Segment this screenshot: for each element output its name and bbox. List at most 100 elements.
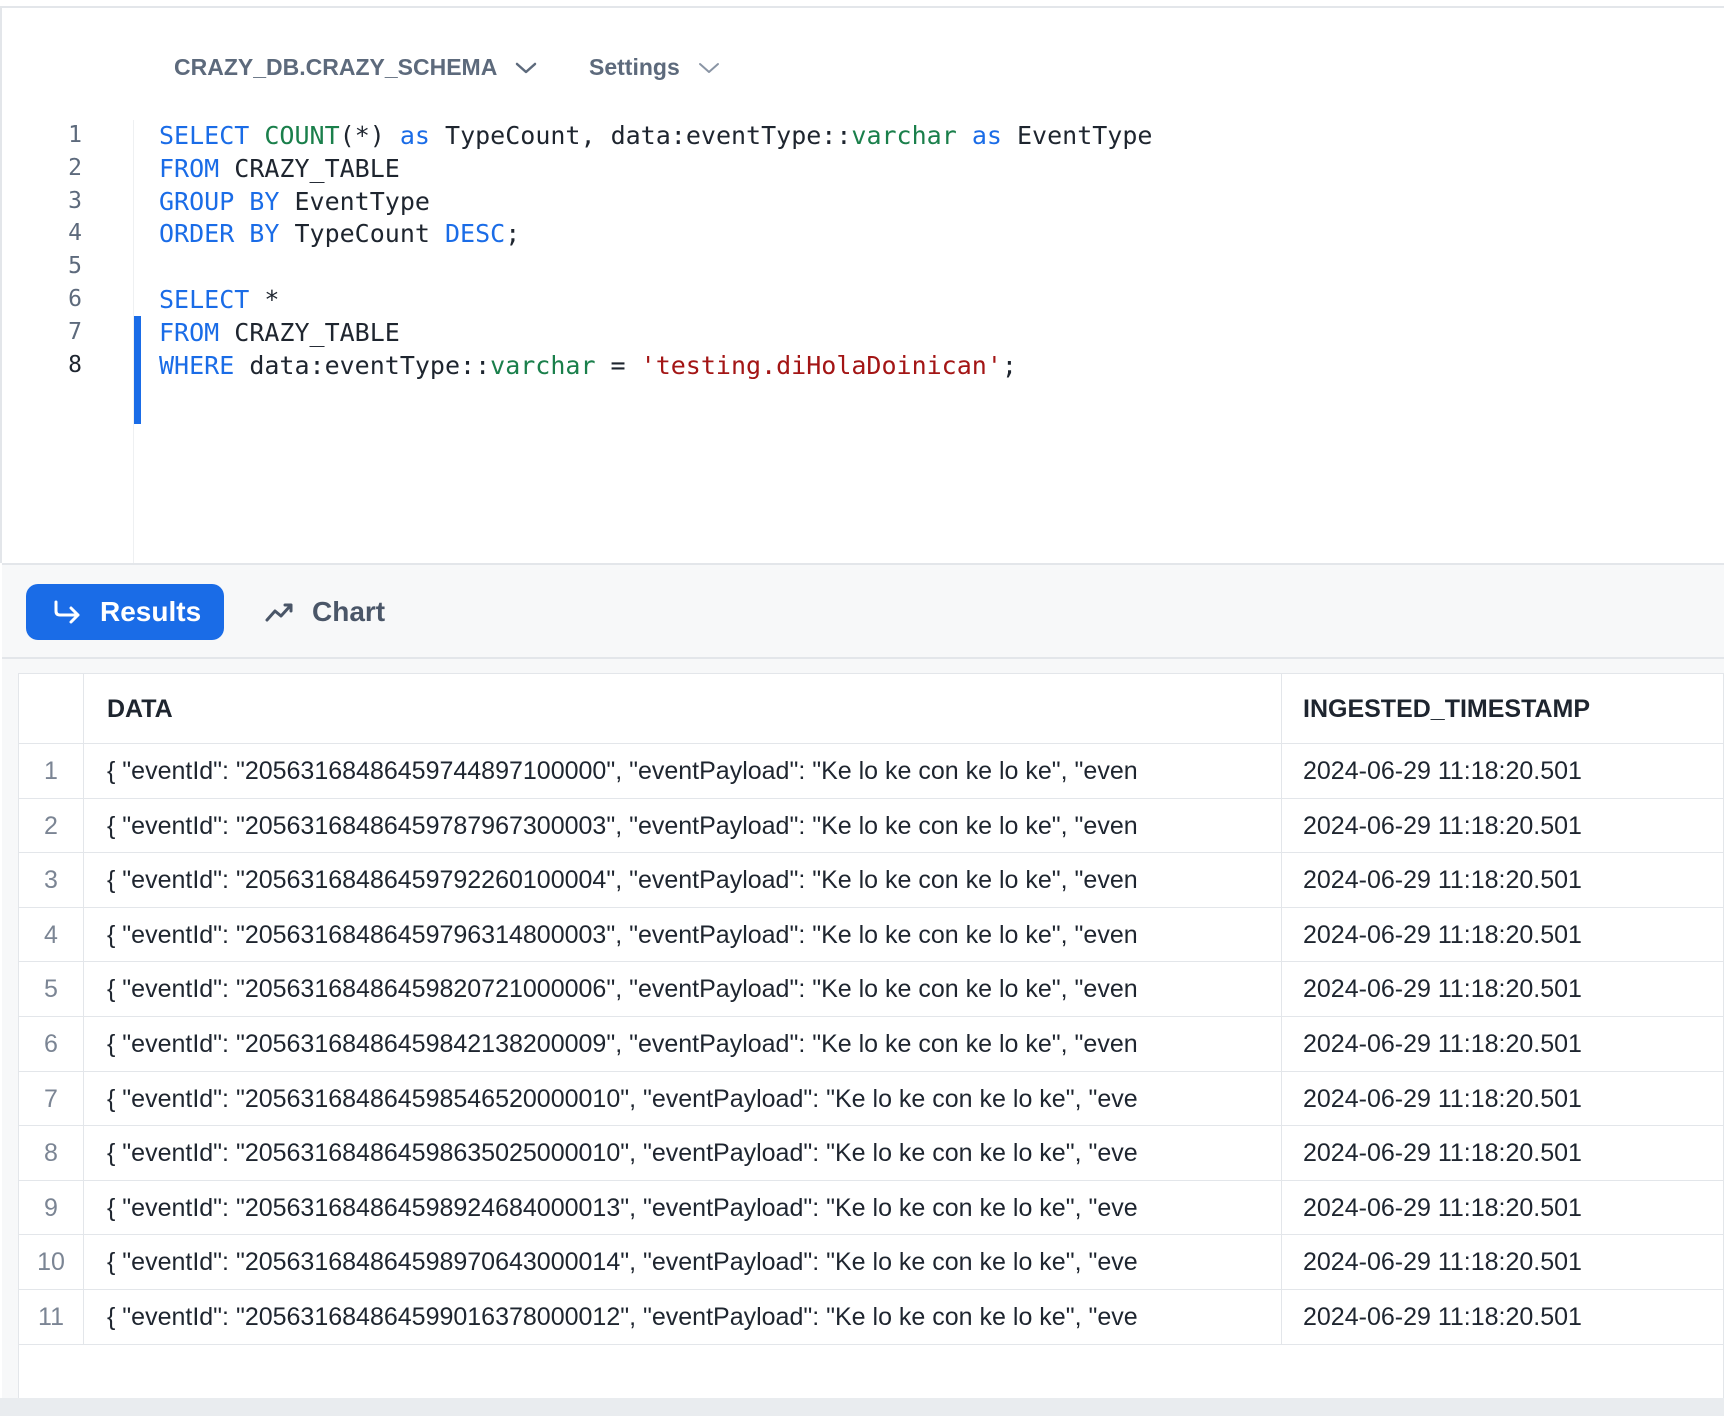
- row-index-header: [19, 674, 84, 744]
- code-token: DESC: [445, 219, 506, 249]
- row-index: 8: [19, 1126, 84, 1181]
- code-token: SELECT: [159, 285, 250, 314]
- code-token: WHERE: [159, 350, 235, 380]
- chevron-down-icon: [698, 62, 719, 73]
- code-token: SELECT: [159, 121, 250, 150]
- table-row[interactable]: 10{ "eventId": "205631684864598970643000…: [19, 1235, 1723, 1290]
- code-token: CRAZY_TABLE: [219, 153, 400, 183]
- data-cell[interactable]: { "eventId": "20563168486459792260100004…: [84, 853, 1282, 908]
- data-cell[interactable]: { "eventId": "20563168486459787967300003…: [84, 798, 1282, 854]
- tab-results[interactable]: Results: [26, 584, 224, 640]
- code-token: FROM: [159, 153, 220, 183]
- code-line[interactable]: FROM CRAZY_TABLE: [159, 318, 400, 347]
- row-index: 2: [19, 798, 84, 854]
- selection-marker: [134, 316, 141, 424]
- code-line[interactable]: ORDER BY TypeCount DESC;: [159, 219, 520, 248]
- code-token: EventType: [1001, 121, 1153, 150]
- code-line[interactable]: FROM CRAZY_TABLE: [159, 154, 400, 183]
- column-header-ingested-timestamp[interactable]: INGESTED_TIMESTAMP: [1282, 674, 1723, 744]
- table-row[interactable]: 8{ "eventId": "2056316848645986350250000…: [19, 1126, 1723, 1181]
- table-row[interactable]: 1{ "eventId": "2056316848645974489710000…: [19, 744, 1723, 799]
- tab-chart-label: Chart: [312, 596, 386, 627]
- results-area: DATA INGESTED_TIMESTAMP 1{ "eventId": "2…: [2, 659, 1724, 1416]
- code-token: ORDER BY: [159, 219, 280, 249]
- line-number: 4: [68, 220, 82, 247]
- data-cell[interactable]: { "eventId": "20563168486459854652000001…: [84, 1071, 1282, 1127]
- data-cell[interactable]: { "eventId": "20563168486459863502500001…: [84, 1126, 1282, 1181]
- database-schema-selector[interactable]: CRAZY_DB.CRAZY_SCHEMA: [174, 54, 537, 81]
- code-line[interactable]: WHERE data:eventType::varchar = 'testing…: [159, 351, 1017, 380]
- tab-chart[interactable]: Chart: [264, 584, 385, 640]
- code-token: data:eventType::: [234, 350, 491, 380]
- settings-label: Settings: [589, 54, 680, 80]
- bottom-scroll-strip[interactable]: [0, 1398, 1724, 1416]
- row-index: 5: [19, 962, 84, 1017]
- row-index: 3: [19, 853, 84, 908]
- row-index: 10: [19, 1235, 84, 1290]
- line-chart-icon: [265, 603, 293, 622]
- code-token: GROUP BY: [159, 186, 280, 216]
- code-token: COUNT: [264, 121, 340, 150]
- line-number: 2: [68, 154, 82, 181]
- timestamp-cell[interactable]: 2024-06-29 11:18:20.501: [1282, 744, 1723, 799]
- data-cell[interactable]: { "eventId": "20563168486459744897100000…: [84, 744, 1282, 799]
- table-row[interactable]: 9{ "eventId": "2056316848645989246840000…: [19, 1180, 1723, 1236]
- data-cell[interactable]: { "eventId": "20563168486459892468400001…: [84, 1180, 1282, 1236]
- timestamp-cell[interactable]: 2024-06-29 11:18:20.501: [1282, 1235, 1723, 1290]
- code-token: 'testing.diHolaDoinican': [640, 350, 1002, 380]
- code-line[interactable]: GROUP BY EventType: [159, 187, 430, 216]
- timestamp-cell[interactable]: 2024-06-29 11:18:20.501: [1282, 1017, 1723, 1072]
- code-line[interactable]: SELECT COUNT(*) as TypeCount, data:event…: [159, 121, 1152, 150]
- code-token: as: [399, 121, 430, 150]
- code-line[interactable]: SELECT *: [159, 285, 279, 314]
- code-token: as: [971, 121, 1002, 150]
- table-row[interactable]: 11{ "eventId": "205631684864599016378000…: [19, 1290, 1723, 1345]
- row-index: 11: [19, 1290, 84, 1345]
- sql-editor[interactable]: 1 2 3 4 5 6 7 8 SELECT COUNT(*) as TypeCount, d…: [2, 120, 1724, 563]
- timestamp-cell[interactable]: 2024-06-29 11:18:20.501: [1282, 853, 1723, 908]
- table-row[interactable]: 3{ "eventId": "2056316848645979226010000…: [19, 853, 1723, 908]
- table-header: DATA INGESTED_TIMESTAMP: [19, 674, 1723, 744]
- timestamp-cell[interactable]: 2024-06-29 11:18:20.501: [1282, 799, 1723, 854]
- top-border: [0, 0, 1724, 8]
- line-number: 8: [68, 351, 82, 378]
- results-table: DATA INGESTED_TIMESTAMP 1{ "eventId": "2…: [18, 673, 1724, 1416]
- timestamp-cell[interactable]: 2024-06-29 11:18:20.501: [1282, 1072, 1723, 1127]
- table-row[interactable]: 6{ "eventId": "2056316848645984213820000…: [19, 1017, 1723, 1072]
- settings-dropdown[interactable]: Settings: [589, 54, 720, 81]
- table-row[interactable]: 7{ "eventId": "2056316848645985465200000…: [19, 1071, 1723, 1127]
- data-cell[interactable]: { "eventId": "20563168486459820721000006…: [84, 962, 1282, 1017]
- line-number: 6: [68, 286, 82, 312]
- code-token: FROM: [159, 317, 220, 347]
- line-number: 3: [68, 187, 82, 214]
- row-index: 4: [19, 907, 84, 963]
- line-number: 1: [68, 122, 82, 148]
- timestamp-cell[interactable]: 2024-06-29 11:18:20.501: [1282, 1290, 1723, 1345]
- code-token: ;: [505, 219, 521, 249]
- timestamp-cell[interactable]: 2024-06-29 11:18:20.501: [1282, 1181, 1723, 1236]
- column-header-data[interactable]: DATA: [84, 674, 1282, 744]
- code-token: ;: [1001, 350, 1017, 380]
- code-token: TypeCount: [279, 219, 445, 249]
- row-index: 6: [19, 1017, 84, 1072]
- row-index: 7: [19, 1071, 84, 1127]
- row-index: 9: [19, 1180, 84, 1236]
- table-row[interactable]: 2{ "eventId": "2056316848645978796730000…: [19, 798, 1723, 854]
- data-cell[interactable]: { "eventId": "20563168486459796314800003…: [84, 907, 1282, 963]
- code-token: EventType: [279, 186, 430, 216]
- code-token: TypeCount, data:eventType::: [429, 121, 852, 150]
- result-tabs-bar: Results Chart: [2, 563, 1724, 659]
- data-cell[interactable]: { "eventId": "20563168486459897064300001…: [84, 1235, 1282, 1290]
- timestamp-cell[interactable]: 2024-06-29 11:18:20.501: [1282, 1126, 1723, 1181]
- table-row[interactable]: 5{ "eventId": "2056316848645982072100000…: [19, 962, 1723, 1017]
- data-cell[interactable]: { "eventId": "20563168486459901637800001…: [84, 1290, 1282, 1345]
- timestamp-cell[interactable]: 2024-06-29 11:18:20.501: [1282, 962, 1723, 1017]
- line-number: 5: [68, 253, 82, 280]
- code-token: CRAZY_TABLE: [219, 317, 400, 347]
- timestamp-cell[interactable]: 2024-06-29 11:18:20.501: [1282, 908, 1723, 963]
- row-index: 1: [19, 744, 84, 799]
- data-cell[interactable]: { "eventId": "20563168486459842138200009…: [84, 1017, 1282, 1072]
- table-row[interactable]: 4{ "eventId": "2056316848645979631480000…: [19, 907, 1723, 963]
